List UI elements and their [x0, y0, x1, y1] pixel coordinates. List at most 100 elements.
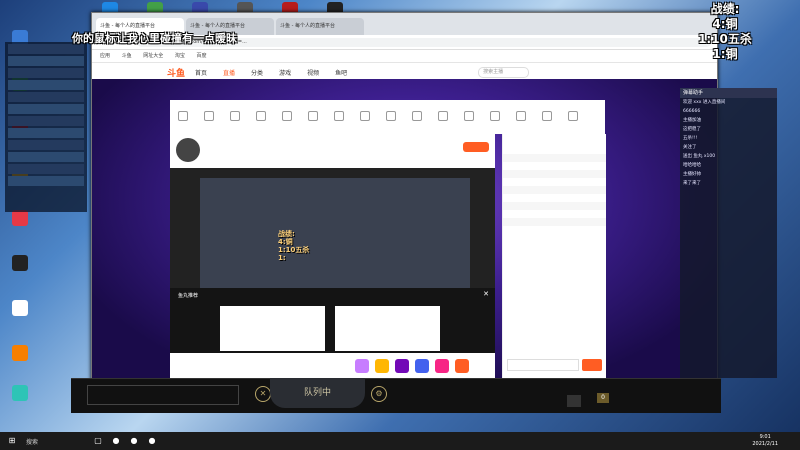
chat-message — [503, 178, 606, 186]
desktop-icon[interactable] — [0, 385, 40, 402]
search-input[interactable]: 搜索主播 — [478, 66, 530, 78]
clock-time: 9:01 — [759, 434, 771, 440]
site-logo[interactable]: 斗鱼 — [167, 66, 185, 79]
bookmark-item[interactable]: 淘宝 — [175, 53, 185, 59]
category-item[interactable] — [508, 111, 534, 123]
app-icon[interactable]: ● — [128, 435, 140, 447]
category-item[interactable] — [352, 111, 378, 123]
avatar[interactable] — [176, 138, 200, 162]
overlay-row — [8, 152, 84, 162]
send-button[interactable] — [582, 359, 602, 371]
category-item[interactable] — [196, 111, 222, 123]
windows-start-icon[interactable]: ⊞ — [6, 435, 18, 447]
category-item[interactable] — [378, 111, 404, 123]
gift-item[interactable] — [435, 359, 449, 373]
category-bar — [170, 100, 605, 134]
recommend-card[interactable] — [220, 306, 325, 351]
chat-panel — [502, 134, 606, 379]
chat-message — [503, 194, 606, 202]
category-item[interactable] — [482, 111, 508, 123]
gift-item[interactable] — [395, 359, 409, 373]
nav-link[interactable]: 分类 — [251, 68, 263, 77]
nav-link[interactable]: 游戏 — [279, 68, 291, 77]
category-item[interactable] — [456, 111, 482, 123]
bookmark-item[interactable]: 应用 — [100, 53, 110, 59]
chat-overlay-line: 送出 鱼丸 x100 — [683, 154, 716, 159]
chat-overlay-line: 主播好帅 — [683, 172, 701, 177]
video-player[interactable]: 战绩: 4:铜 1:10五杀 1: 鱼丸推荐 ✕ — [170, 168, 495, 353]
queue-button[interactable]: 队列中 — [270, 378, 365, 408]
gift-item[interactable] — [415, 359, 429, 373]
category-item[interactable] — [534, 111, 560, 123]
chat-icon[interactable] — [567, 395, 581, 407]
room-header — [170, 134, 495, 168]
chat-overlay-line: 666666 — [683, 109, 701, 114]
overlay-row — [8, 92, 84, 102]
overlay-row — [8, 164, 84, 174]
stream-caption: 你的鼠标让我心里碰撞有一点暧昧 — [72, 32, 237, 45]
chat-message — [503, 226, 606, 234]
bookmark-item[interactable]: 网址大全 — [143, 53, 163, 59]
recommend-popup: 鱼丸推荐 ✕ — [170, 288, 495, 353]
desktop-icon[interactable] — [0, 210, 40, 227]
nav-link[interactable]: 鱼吧 — [335, 68, 347, 77]
gift-item[interactable] — [355, 359, 369, 373]
gift-item[interactable] — [455, 359, 469, 373]
bookmark-item[interactable]: 百度 — [196, 53, 206, 59]
chat-overlay-line: 主播加油 — [683, 118, 701, 123]
category-item[interactable] — [404, 111, 430, 123]
chat-message — [503, 170, 606, 178]
browser-tab[interactable]: 斗鱼 - 每个人的直播平台 — [276, 18, 364, 35]
overlay-row — [8, 116, 84, 126]
chat-overlay-line: 哈哈哈哈 — [683, 163, 701, 168]
category-item[interactable] — [430, 111, 456, 123]
gear-icon[interactable]: ⚙ — [371, 386, 387, 402]
recommend-title: 鱼丸推荐 — [178, 293, 199, 299]
category-item[interactable] — [170, 111, 196, 123]
queue-slot[interactable] — [87, 385, 239, 405]
score-line: 战绩: — [710, 2, 740, 16]
chat-overlay-line: 关注了 — [683, 145, 697, 150]
nav-link[interactable]: 直播 — [223, 68, 235, 77]
gift-item[interactable] — [375, 359, 389, 373]
category-item[interactable] — [248, 111, 274, 123]
game-queue-bar: ✕ ⚙ 0 — [71, 378, 721, 413]
app-icon[interactable]: ● — [146, 435, 158, 447]
desktop-icon[interactable] — [0, 300, 40, 317]
chat-input[interactable] — [507, 359, 579, 371]
score-line: 4:铜 — [712, 17, 738, 31]
cancel-icon[interactable]: ✕ — [255, 386, 271, 402]
chat-message — [503, 202, 606, 210]
category-item[interactable] — [274, 111, 300, 123]
score-line: 1:铜 — [712, 47, 738, 61]
right-chat-overlay: 弹幕助手 欢迎 xxx 进入直播间 666666 主播加油 这把稳了 五杀!!!… — [680, 88, 777, 378]
follow-button[interactable] — [463, 142, 489, 152]
chat-overlay-line: 欢迎 xxx 进入直播间 — [683, 100, 726, 105]
score-overlay: 战绩: 4:铜 1:10五杀 1:铜 — [650, 2, 800, 62]
recommend-card[interactable] — [335, 306, 440, 351]
overlay-row — [8, 176, 84, 186]
score-line: 1:10五杀 — [698, 32, 752, 46]
desktop-icon[interactable] — [0, 255, 40, 272]
overlay-row — [8, 128, 84, 138]
left-overlay-panel — [5, 42, 87, 212]
category-item[interactable] — [222, 111, 248, 123]
category-item[interactable] — [560, 111, 586, 123]
taskbar-clock[interactable]: 9:01 2021/2/11 — [752, 434, 778, 448]
app-icon[interactable]: ● — [110, 435, 122, 447]
taskview-icon[interactable]: ▢ — [92, 435, 104, 447]
desktop-icon[interactable] — [0, 345, 40, 362]
close-icon[interactable]: ✕ — [483, 290, 489, 298]
nav-link[interactable]: 视频 — [307, 68, 319, 77]
chat-overlay-line: 这把稳了 — [683, 127, 701, 132]
chat-message — [503, 218, 606, 226]
category-item[interactable] — [326, 111, 352, 123]
taskbar-search[interactable]: 搜索 — [26, 437, 86, 446]
chat-message — [503, 210, 606, 218]
category-item[interactable] — [300, 111, 326, 123]
overlay-row — [8, 80, 84, 90]
bookmark-item[interactable]: 斗鱼 — [122, 53, 132, 59]
nested-overlay-text: 战绩: 4:铜 1:10五杀 1: — [278, 230, 310, 262]
nav-link[interactable]: 首页 — [195, 68, 207, 77]
chat-message — [503, 162, 606, 170]
